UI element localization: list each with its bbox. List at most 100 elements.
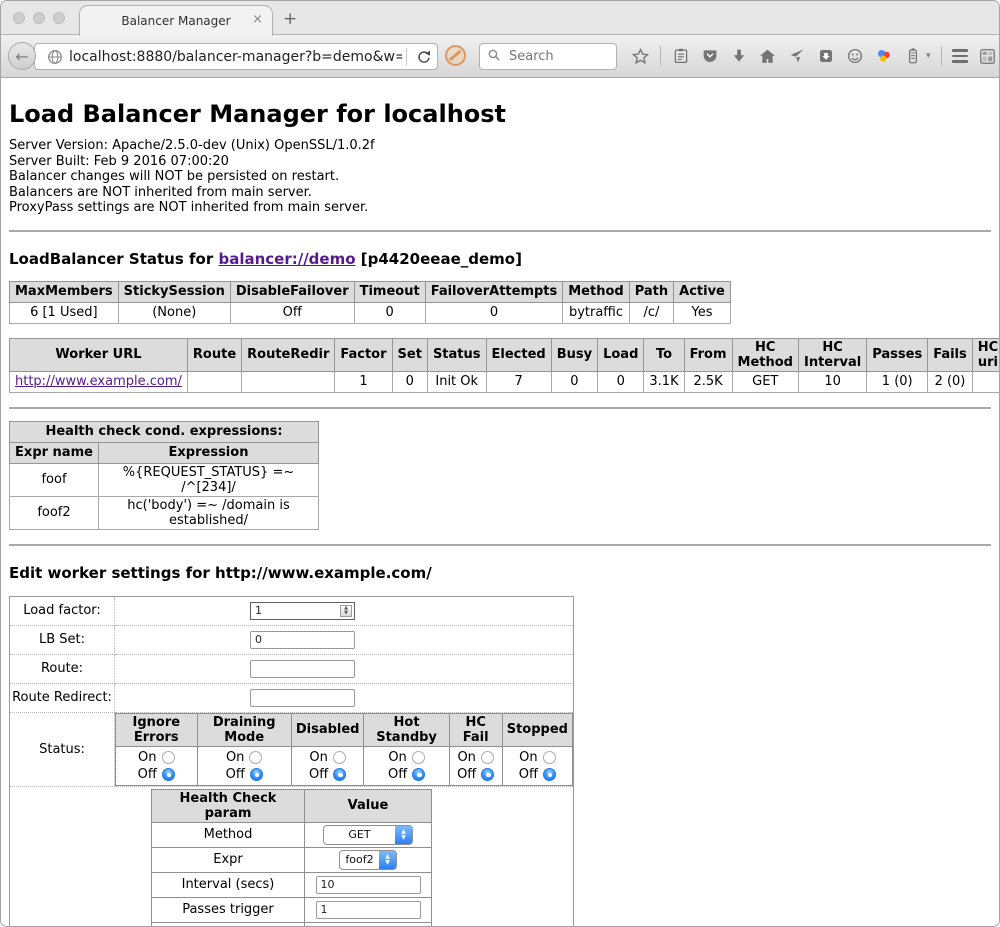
cell-route [187, 371, 241, 392]
expr-select[interactable]: foof2 ▲▼ [339, 850, 397, 870]
balancers-notice-line: Balancers are NOT inherited from main se… [9, 185, 991, 201]
bookmark-star-icon[interactable] [631, 47, 650, 66]
tab-close-icon[interactable]: × [252, 12, 263, 27]
colors-extension-icon[interactable] [874, 47, 893, 66]
radio-off-label: Off [519, 767, 538, 782]
table-row: 6 [1 Used] (None) Off 0 0 bytraffic /c/ … [10, 302, 731, 323]
col-from: From [684, 338, 732, 371]
cell-factor: 1 [335, 371, 392, 392]
col-maxmembers: MaxMembers [10, 281, 119, 302]
stepper-arrows-icon[interactable]: ▲▼ [340, 605, 352, 617]
passes-row: Passes trigger [152, 897, 432, 922]
cell-fails: 2 (0) [928, 371, 973, 392]
route-input[interactable] [250, 660, 355, 678]
tab-grid-icon[interactable] [978, 47, 997, 66]
draining-mode-on-radio[interactable] [249, 751, 262, 764]
radio-on-label: On [457, 750, 475, 765]
overflow-caret-icon[interactable]: ▾ [926, 51, 931, 61]
zoom-window-button[interactable] [53, 12, 65, 24]
downloads-icon[interactable] [729, 47, 748, 66]
minimize-window-button[interactable] [33, 12, 45, 24]
passes-input[interactable] [316, 901, 421, 919]
interval-input[interactable] [316, 876, 421, 894]
blocked-content-icon[interactable] [445, 45, 466, 66]
method-select[interactable]: GET ▲▼ [323, 825, 413, 845]
hot-standby-on-radio[interactable] [412, 751, 425, 764]
home-icon[interactable] [758, 47, 777, 66]
radio-on-label: On [519, 750, 537, 765]
stopped-off-radio[interactable] [543, 768, 556, 781]
ignore-errors-cell: On Off [116, 746, 198, 785]
col-hc-interval: HC Interval [798, 338, 866, 371]
route-row: Route: [10, 654, 574, 683]
hc-fail-on-radio[interactable] [481, 751, 494, 764]
download-box-icon[interactable] [816, 47, 835, 66]
route-redirect-input[interactable] [250, 689, 355, 707]
status-row: Status: Ignore Errors Draining Mode Disa… [10, 712, 574, 786]
route-redirect-label: Route Redirect: [10, 683, 115, 712]
radio-off-label: Off [457, 767, 476, 782]
search-input[interactable] [507, 48, 601, 65]
col-worker-url: Worker URL [10, 338, 188, 371]
worker-url-link[interactable]: http://www.example.com/ [15, 374, 182, 389]
pocket-icon[interactable] [700, 47, 719, 66]
hot-standby-off-radio[interactable] [412, 768, 425, 781]
url-text[interactable]: localhost:8880/balancer-manager?b=demo&w… [69, 49, 402, 65]
reading-list-icon[interactable] [671, 47, 690, 66]
cell-path: /c/ [629, 302, 673, 323]
toolbar-icons: ▾ [631, 35, 997, 77]
search-box[interactable] [479, 43, 617, 70]
persist-notice-line: Balancer changes will NOT be persisted o… [9, 169, 991, 185]
battery-extension-icon[interactable] [903, 47, 922, 66]
back-arrow-icon: ← [15, 47, 28, 66]
passes-label: Passes trigger [152, 897, 305, 922]
col-failoverattempts: FailoverAttempts [425, 281, 563, 302]
cell-status: Init Ok [427, 371, 486, 392]
menu-icon[interactable] [952, 49, 968, 62]
tab-balancer-manager[interactable]: Balancer Manager × [79, 5, 273, 36]
reload-icon[interactable] [411, 49, 437, 65]
balancer-demo-link[interactable]: balancer://demo [218, 250, 355, 268]
fails-row: Fails trigger) [152, 922, 432, 927]
tab-bar: Balancer Manager × + [1, 1, 999, 35]
window-controls[interactable] [13, 12, 65, 24]
table-row: http://www.example.com/ 1 0 Init Ok 7 0 … [10, 371, 1000, 392]
radio-on-label: On [226, 750, 244, 765]
load-factor-stepper[interactable]: ▲▼ [250, 602, 355, 620]
smiley-icon[interactable] [845, 47, 864, 66]
route-redirect-row: Route Redirect: [10, 683, 574, 712]
cell-active: Yes [674, 302, 731, 323]
table-row: foof2 hc('body') =~ /domain is establish… [10, 496, 319, 529]
lb-set-input[interactable] [250, 631, 355, 649]
col-hc-fail: HC Fail [449, 713, 502, 746]
status-options-table: Ignore Errors Draining Mode Disabled Hot… [115, 713, 573, 786]
col-set: Set [392, 338, 427, 371]
cell-routeredir [242, 371, 335, 392]
status-radio-row: On Off On Off On Off [116, 746, 573, 785]
cell-failoverattempts: 0 [425, 302, 563, 323]
hc-fail-off-radio[interactable] [481, 768, 494, 781]
draining-mode-off-radio[interactable] [250, 768, 263, 781]
toolbar-divider [660, 46, 661, 66]
select-arrows-icon: ▲▼ [395, 826, 412, 844]
disabled-on-radio[interactable] [333, 751, 346, 764]
disabled-off-radio[interactable] [333, 768, 346, 781]
col-load: Load [598, 338, 644, 371]
radio-off-label: Off [138, 767, 157, 782]
ignore-errors-off-radio[interactable] [162, 768, 175, 781]
ignore-errors-on-radio[interactable] [162, 751, 175, 764]
table-header-row: Worker URL Route RouteRedir Factor Set S… [10, 338, 1000, 371]
col-disabled: Disabled [291, 713, 364, 746]
stopped-cell: On Off [502, 746, 572, 785]
cell-timeout: 0 [354, 302, 425, 323]
send-icon[interactable] [787, 47, 806, 66]
stopped-on-radio[interactable] [543, 751, 556, 764]
new-tab-button[interactable]: + [283, 9, 297, 29]
col-hc-method: HC Method [732, 338, 798, 371]
back-button[interactable]: ← [8, 42, 36, 70]
close-window-button[interactable] [13, 12, 25, 24]
fails-label: Fails trigger) [152, 922, 305, 927]
col-hc-param: Health Check param [152, 789, 305, 822]
url-bar[interactable]: localhost:8880/balancer-manager?b=demo&w… [34, 43, 438, 70]
col-hc-uri: HC uri [972, 338, 1000, 371]
